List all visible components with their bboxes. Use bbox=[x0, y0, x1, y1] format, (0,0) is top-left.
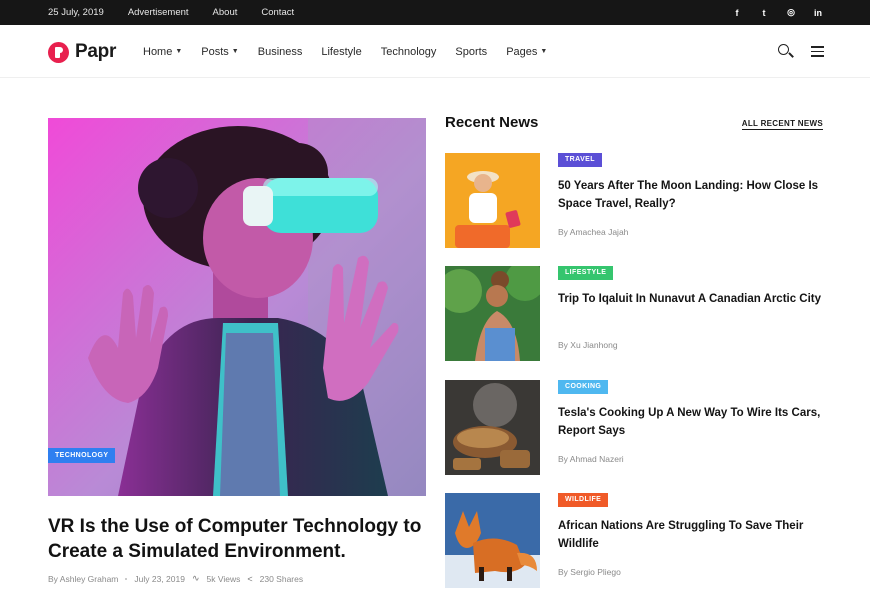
news-title[interactable]: 50 Years After The Moon Landing: How Clo… bbox=[558, 177, 828, 213]
nav-item-business[interactable]: Business bbox=[258, 46, 303, 58]
chevron-down-icon: ▼ bbox=[231, 48, 239, 55]
news-category-badge[interactable]: WILDLIFE bbox=[558, 493, 609, 507]
top-bar-date: 25 July, 2019 bbox=[48, 7, 104, 18]
news-category-badge[interactable]: COOKING bbox=[558, 380, 609, 394]
top-link-about[interactable]: About bbox=[213, 7, 238, 18]
news-item[interactable]: LIFESTYLE Trip To Iqaluit In Nunavut A C… bbox=[445, 266, 823, 361]
nav-item-technology[interactable]: Technology bbox=[381, 46, 437, 58]
share-icon: < bbox=[247, 573, 253, 584]
nav-item-sports[interactable]: Sports bbox=[455, 46, 487, 58]
hero-author[interactable]: By Ashley Graham bbox=[48, 574, 118, 584]
hero-image[interactable] bbox=[48, 118, 426, 496]
hero-shares: 230 Shares bbox=[259, 573, 304, 584]
nav-item-home[interactable]: Home ▼ bbox=[143, 46, 182, 58]
nav-label: Technology bbox=[380, 45, 437, 58]
main-nav: Home ▼ Posts ▼ Business Lifestyle Technolo… bbox=[143, 25, 566, 78]
chevron-down-icon: ▼ bbox=[175, 48, 183, 55]
nav-item-lifestyle[interactable]: Lifestyle bbox=[321, 46, 361, 58]
social-links: f t ◎ in bbox=[733, 0, 823, 25]
hero-category-badge[interactable]: TECHNOLOGY bbox=[48, 448, 116, 463]
hero-views: 5k Views bbox=[206, 573, 241, 584]
site-header: Papr Home ▼ Posts ▼ Business Lifestyle Tec… bbox=[0, 25, 870, 78]
top-bar: 25 July, 2019 Advertisement About Contac… bbox=[0, 0, 870, 25]
news-item[interactable]: WILDLIFE African Nations Are Struggling … bbox=[445, 493, 823, 588]
nav-label: Business bbox=[257, 45, 303, 58]
top-link-advertisement[interactable]: Advertisement bbox=[128, 7, 189, 18]
hero-meta: By Ashley Graham July 23, 2019 ∿ 5k View… bbox=[48, 573, 303, 584]
header-actions bbox=[778, 25, 824, 78]
nav-label: Posts bbox=[201, 45, 229, 58]
news-title[interactable]: Tesla's Cooking Up A New Way To Wire Its… bbox=[558, 404, 828, 440]
nav-label: Lifestyle bbox=[321, 45, 362, 58]
travel-photo bbox=[445, 153, 540, 248]
linkedin-icon[interactable]: in bbox=[814, 8, 822, 18]
top-bar-links: 25 July, 2019 Advertisement About Contac… bbox=[48, 0, 294, 25]
recent-news-heading: Recent News bbox=[445, 114, 539, 131]
news-author[interactable]: By Ahmad Nazeri bbox=[558, 454, 624, 464]
news-category-badge[interactable]: LIFESTYLE bbox=[558, 266, 614, 280]
news-item[interactable]: TRAVEL 50 Years After The Moon Landing: … bbox=[445, 153, 823, 248]
news-title[interactable]: African Nations Are Struggling To Save T… bbox=[558, 517, 828, 553]
logo-mark-icon bbox=[48, 41, 69, 63]
all-recent-news-link[interactable]: ALL RECENT NEWS bbox=[741, 119, 823, 130]
nav-item-pages[interactable]: Pages ▼ bbox=[506, 46, 547, 58]
cooking-photo bbox=[445, 380, 540, 475]
wildlife-photo bbox=[445, 493, 540, 588]
hero-title[interactable]: VR Is the Use of Computer Technology to … bbox=[48, 514, 428, 564]
nav-label: Pages bbox=[506, 45, 538, 58]
hero-date: July 23, 2019 bbox=[134, 573, 185, 584]
news-category-badge[interactable]: TRAVEL bbox=[558, 153, 602, 167]
facebook-icon[interactable]: f bbox=[733, 8, 741, 18]
instagram-icon[interactable]: ◎ bbox=[787, 7, 795, 18]
top-link-contact[interactable]: Contact bbox=[261, 7, 294, 18]
lifestyle-photo bbox=[445, 266, 540, 361]
meta-separator bbox=[125, 577, 128, 580]
nav-label: Sports bbox=[455, 45, 488, 58]
news-thumbnail[interactable] bbox=[445, 266, 540, 361]
nav-label: Home bbox=[143, 45, 173, 58]
news-thumbnail[interactable] bbox=[445, 153, 540, 248]
hamburger-menu-icon[interactable] bbox=[811, 46, 824, 57]
news-author[interactable]: By Amachea Jajah bbox=[558, 227, 628, 237]
news-item[interactable]: COOKING Tesla's Cooking Up A New Way To … bbox=[445, 380, 823, 475]
nav-item-posts[interactable]: Posts ▼ bbox=[201, 46, 238, 58]
chevron-down-icon: ▼ bbox=[540, 48, 548, 55]
news-thumbnail[interactable] bbox=[445, 493, 540, 588]
news-thumbnail[interactable] bbox=[445, 380, 540, 475]
vr-woman-illustration bbox=[48, 118, 426, 496]
twitter-icon[interactable]: t bbox=[760, 8, 768, 18]
logo-text: Papr bbox=[75, 41, 117, 62]
news-title[interactable]: Trip To Iqaluit In Nunavut A Canadian Ar… bbox=[558, 290, 828, 308]
views-icon: ∿ bbox=[191, 573, 200, 583]
news-author[interactable]: By Xu Jianhong bbox=[558, 340, 618, 350]
site-logo[interactable]: Papr bbox=[48, 41, 116, 63]
news-author[interactable]: By Sergio Pliego bbox=[558, 567, 621, 577]
search-icon[interactable] bbox=[778, 44, 793, 59]
